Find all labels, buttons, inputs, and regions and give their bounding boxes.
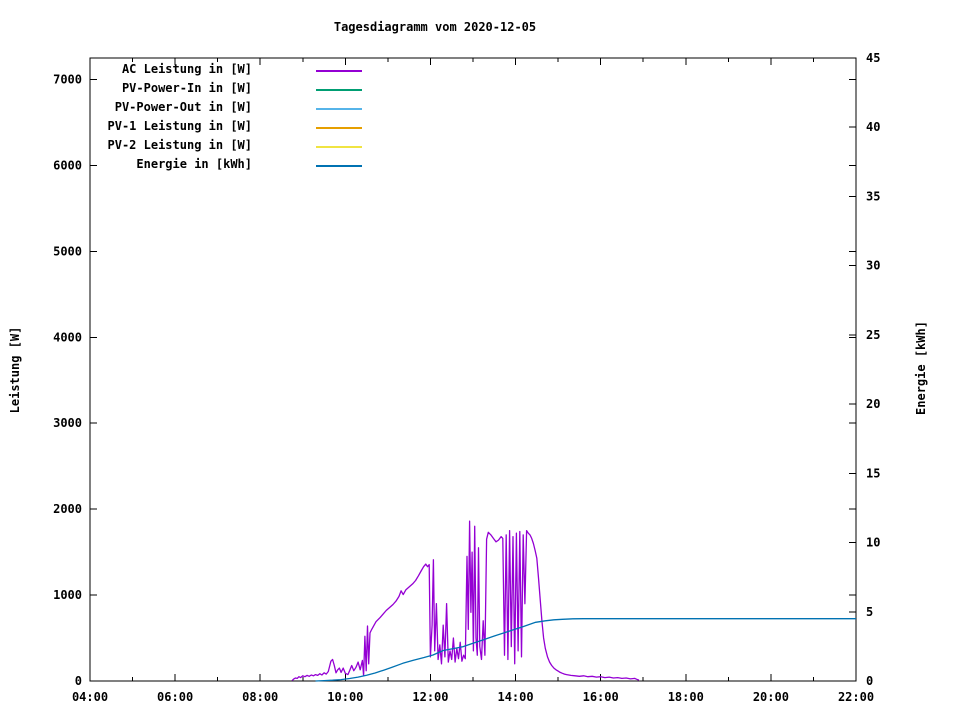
x-tick-label: 22:00	[838, 690, 874, 704]
x-tick-label: 14:00	[497, 690, 533, 704]
x-tick-label: 20:00	[753, 690, 789, 704]
y2-tick-label: 40	[866, 120, 880, 134]
plot-area: 04:00 06:00 08:00 10:00 12:00 14:00 16:00 18:00…	[53, 51, 880, 704]
series-line-energie-in-kwh	[315, 618, 856, 682]
y-tick-label: 4000	[53, 330, 82, 344]
x-tick-label: 08:00	[242, 690, 278, 704]
x-tick-label: 10:00	[327, 690, 363, 704]
y2-tick-label: 10	[866, 536, 880, 550]
y-tick-label: 5000	[53, 244, 82, 258]
y-tick-label: 3000	[53, 416, 82, 430]
daily-pv-chart: Tagesdiagramm vom 2020-12-05 Leistung [W…	[0, 0, 960, 720]
y-tick-label: 2000	[53, 502, 82, 516]
series-line-ac-leistung-in-w	[291, 520, 640, 682]
x-tick-label: 04:00	[72, 690, 108, 704]
y2-tick-label: 25	[866, 328, 880, 342]
y2-tick-label: 0	[866, 674, 873, 688]
x-tick-label: 16:00	[583, 690, 619, 704]
y2-tick-label: 20	[866, 397, 880, 411]
y2-tick-label: 15	[866, 466, 880, 480]
y-tick-label: 0	[75, 674, 82, 688]
y2-tick-label: 30	[866, 259, 880, 273]
y-tick-label: 7000	[53, 72, 82, 86]
x-tick-label: 18:00	[668, 690, 704, 704]
x-tick-label: 12:00	[412, 690, 448, 704]
y2-tick-label: 45	[866, 51, 880, 65]
y2-tick-label: 35	[866, 189, 880, 203]
y2-tick-label: 5	[866, 605, 873, 619]
y-tick-label: 6000	[53, 158, 82, 172]
y-tick-label: 1000	[53, 588, 82, 602]
x-tick-label: 06:00	[157, 690, 193, 704]
